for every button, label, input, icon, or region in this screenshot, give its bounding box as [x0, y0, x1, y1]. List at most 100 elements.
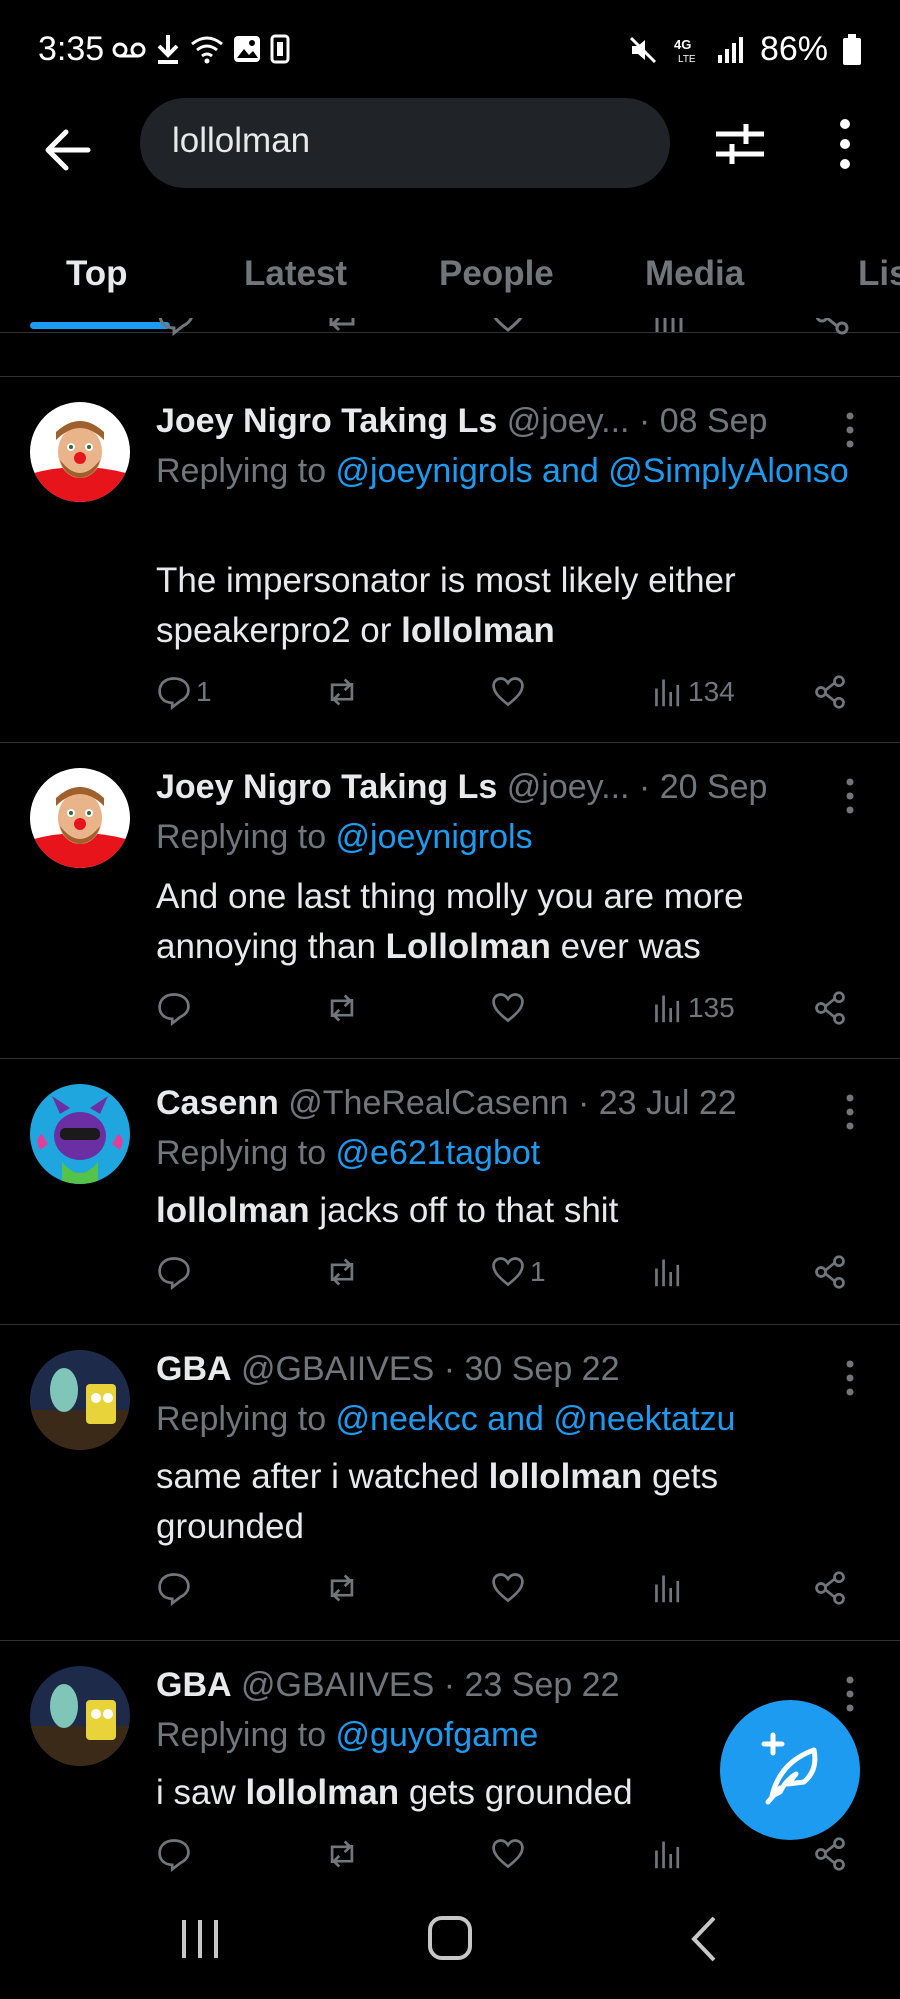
replying-prefix: Replying to	[156, 1716, 336, 1754]
replying-to: Replying to @joeynigrols and @SimplyAlon…	[156, 446, 856, 496]
views-icon	[655, 995, 680, 1023]
author-handle-date: @joey... · 20 Sep	[497, 768, 768, 806]
replying-to-link[interactable]: @e621tagbot	[336, 1134, 541, 1172]
tweet[interactable]: GBA @GBAIIVES · 30 Sep 22 Replying to @n…	[0, 1336, 900, 1640]
more-options-button[interactable]	[830, 114, 860, 174]
share-button[interactable]	[812, 1836, 848, 1872]
views-button[interactable]	[652, 1254, 688, 1290]
tab-top[interactable]: Top	[66, 254, 128, 294]
like-button[interactable]	[490, 990, 530, 1026]
views-button[interactable]: 134	[652, 674, 735, 710]
replying-to-link[interactable]: @guyofgame	[336, 1716, 539, 1754]
tweet-text-after: gets grounded	[399, 1773, 633, 1812]
back-button[interactable]	[40, 122, 96, 178]
home-icon[interactable]	[424, 1912, 476, 1964]
like-button[interactable]: 1	[490, 1254, 546, 1290]
tweet-divider	[0, 376, 900, 377]
reply-button[interactable]	[156, 1570, 196, 1606]
views-button[interactable]	[652, 1836, 688, 1872]
search-bar[interactable]	[140, 98, 670, 188]
tweet-text-before: i saw	[156, 1773, 246, 1812]
tweet-actions: 135	[0, 990, 900, 1040]
compose-button[interactable]	[720, 1700, 860, 1840]
tab-media[interactable]: Media	[645, 254, 744, 294]
like-button[interactable]	[490, 1570, 530, 1606]
views-icon	[655, 1259, 680, 1287]
heart-icon	[492, 1573, 524, 1603]
replying-to-link[interactable]: @joeynigrols	[336, 818, 533, 856]
author-name[interactable]: Joey Nigro Taking Ls	[156, 768, 497, 806]
share-button[interactable]	[812, 674, 848, 710]
share-button[interactable]	[812, 990, 848, 1026]
repost-icon	[330, 994, 354, 1022]
reply-button[interactable]	[156, 1254, 196, 1290]
like-button[interactable]	[490, 674, 530, 710]
repost-button[interactable]	[322, 1570, 362, 1606]
avatar-joey-image	[30, 768, 130, 868]
views-button[interactable]: 135	[652, 990, 735, 1026]
reply-icon	[158, 1573, 190, 1606]
share-button[interactable]	[812, 1570, 848, 1606]
views-icon[interactable]	[652, 318, 688, 336]
signal-icon	[717, 36, 743, 63]
author-name[interactable]: Joey Nigro Taking Ls	[156, 402, 497, 440]
mute-icon	[629, 36, 656, 63]
author-name[interactable]: GBA	[156, 1666, 232, 1704]
compose-feather-icon	[761, 1732, 818, 1805]
repost-button[interactable]	[322, 1254, 362, 1290]
search-tabs: Top Latest People Media Lis	[0, 230, 900, 330]
author-handle-date: @joey... · 08 Sep	[497, 402, 768, 440]
reply-button[interactable]	[156, 990, 196, 1026]
author-name[interactable]: Casenn	[156, 1084, 279, 1122]
tweet-more-icon[interactable]	[840, 776, 860, 816]
avatar[interactable]	[30, 1350, 130, 1450]
previous-tweet-actions	[0, 318, 900, 348]
views-button[interactable]	[652, 1570, 688, 1606]
repost-button[interactable]	[322, 674, 362, 710]
search-input[interactable]	[170, 120, 634, 162]
nav-back-icon[interactable]	[684, 1912, 724, 1966]
tweet-actions	[0, 1836, 900, 1886]
tweet-more-icon[interactable]	[840, 1092, 860, 1132]
repost-button[interactable]	[322, 990, 362, 1026]
tweet-divider	[0, 742, 900, 743]
view-count: 135	[688, 992, 735, 1023]
views-icon	[655, 1575, 680, 1603]
avatar[interactable]	[30, 1084, 130, 1184]
replying-to-link[interactable]: @neekcc and @neektatzu	[336, 1400, 736, 1438]
tab-latest[interactable]: Latest	[244, 254, 347, 294]
avatar[interactable]	[30, 402, 130, 502]
heart-icon[interactable]	[488, 318, 528, 336]
wifi-icon	[191, 36, 223, 64]
tweet[interactable]: Joey Nigro Taking Ls @joey... · 08 Sep R…	[0, 388, 900, 742]
avatar[interactable]	[30, 768, 130, 868]
status-right-icons: 4G LTE 86%	[628, 30, 862, 69]
share-button[interactable]	[812, 1254, 848, 1290]
like-button[interactable]	[490, 1836, 530, 1872]
replying-prefix: Replying to	[156, 818, 336, 856]
heart-icon	[492, 677, 524, 707]
tweet-more-icon[interactable]	[840, 1358, 860, 1398]
heart-icon	[492, 1257, 524, 1287]
tab-lists[interactable]: Lis	[858, 254, 900, 294]
repost-icon[interactable]	[322, 318, 362, 336]
reply-button[interactable]	[156, 1836, 196, 1872]
tweet-divider	[0, 1058, 900, 1059]
share-icon[interactable]	[812, 318, 852, 336]
repost-button[interactable]	[322, 1836, 362, 1872]
author-name[interactable]: GBA	[156, 1350, 232, 1388]
reply-button[interactable]: 1	[156, 674, 212, 710]
avatar[interactable]	[30, 1666, 130, 1766]
tweet-divider	[0, 1640, 900, 1641]
replying-prefix: Replying to	[156, 1400, 336, 1438]
replying-to-link[interactable]: @joeynigrols and @SimplyAlonso	[336, 452, 849, 490]
tab-people[interactable]: People	[439, 254, 554, 294]
tweet-more-icon[interactable]	[840, 410, 860, 450]
reply-icon[interactable]	[156, 318, 196, 336]
arrow-left-icon	[45, 129, 91, 171]
tweet[interactable]: Joey Nigro Taking Ls @joey... · 20 Sep R…	[0, 754, 900, 1058]
share-icon	[815, 1571, 845, 1605]
tweet[interactable]: Casenn @TheRealCasenn · 23 Jul 22 Replyi…	[0, 1070, 900, 1324]
filter-button[interactable]	[712, 116, 768, 172]
recent-apps-icon[interactable]	[176, 1914, 224, 1964]
